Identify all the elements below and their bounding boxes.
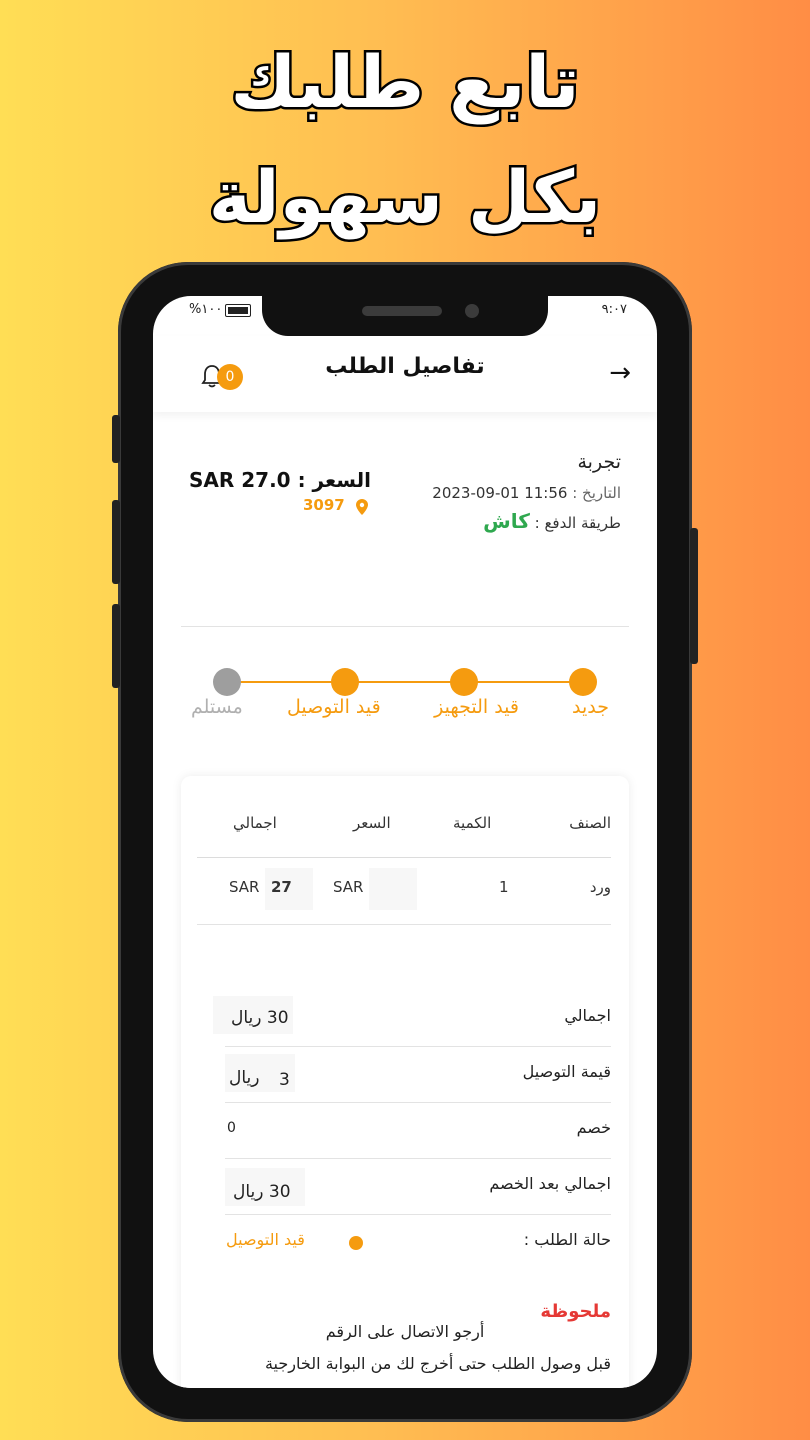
payment-label: طريقة الدفع : <box>534 514 621 532</box>
row-item: ورد <box>589 878 611 896</box>
location-pin-icon <box>356 499 368 515</box>
status-time: ٩:٠٧ <box>601 302 627 317</box>
price-value: SAR 27.0 <box>189 468 291 492</box>
table-header-price: السعر <box>353 814 391 832</box>
summary-divider-4 <box>225 1214 611 1215</box>
order-date-label: التاريخ : <box>572 484 621 502</box>
battery-icon <box>225 304 251 317</box>
table-header-total: اجمالي <box>233 814 277 832</box>
order-date: التاريخ : 2023-09-01 11:56 <box>432 484 621 502</box>
summary-after-discount-value: 30 ريال <box>233 1182 291 1202</box>
header-divider <box>181 626 629 627</box>
location-code: 3097 <box>303 496 345 514</box>
note-line-1: أرجو الاتصال على الرقم <box>325 1322 485 1341</box>
phone-power-button <box>690 528 698 664</box>
table-header-qty: الكمية <box>453 814 492 832</box>
table-header-divider <box>197 857 611 858</box>
app-screen: ٩:٠٧ %١٠٠ تفاصيل الطلب → 0 تجربة التاريخ… <box>153 296 657 1388</box>
summary-delivery-currency: ريال <box>229 1068 260 1088</box>
row-price: SAR <box>333 878 364 896</box>
order-date-value: 2023-09-01 11:56 <box>432 484 568 502</box>
headline-line-1: تابع طلبك <box>228 38 581 127</box>
phone-volume-up <box>112 500 120 584</box>
notification-badge[interactable]: 0 <box>217 364 243 390</box>
note-title: ملحوظة <box>540 1301 611 1322</box>
progress-track <box>225 681 585 683</box>
row-total-value: 27 <box>271 878 292 896</box>
summary-delivery-label: قيمة التوصيل <box>522 1062 611 1081</box>
progress-step-4-dot <box>213 668 241 696</box>
order-status-label: حالة الطلب : <box>523 1230 611 1249</box>
phone-volume-down <box>112 604 120 688</box>
phone-speaker <box>362 306 442 316</box>
note-line-2: قبل وصول الطلب حتى أخرج لك من البوابة ال… <box>264 1354 611 1373</box>
progress-step-2-label: قيد التجهيز <box>434 696 519 718</box>
table-row-divider <box>197 924 611 925</box>
progress-step-3-dot <box>331 668 359 696</box>
summary-divider-3 <box>225 1158 611 1159</box>
order-price: السعر : SAR 27.0 <box>189 468 371 492</box>
phone-mute-switch <box>112 415 120 463</box>
summary-total-label: اجمالي <box>564 1006 611 1025</box>
phone-notch <box>262 296 548 336</box>
back-arrow-icon[interactable]: → <box>609 358 631 388</box>
headline-line-2: بكل سهولة <box>206 153 602 242</box>
payment-method: طريقة الدفع : كاش <box>483 509 621 533</box>
phone-camera <box>465 304 479 318</box>
progress-step-3-label: قيد التوصيل <box>287 696 381 718</box>
summary-divider-2 <box>225 1102 611 1103</box>
summary-discount-label: خصم <box>576 1118 611 1137</box>
row-total-currency: SAR <box>229 878 260 896</box>
progress-step-1-label: جديد <box>572 696 609 718</box>
status-battery-percent: %١٠٠ <box>189 302 223 317</box>
summary-after-discount-label: اجمالي بعد الخصم <box>489 1174 611 1193</box>
progress-step-2-dot <box>450 668 478 696</box>
price-label: السعر : <box>297 468 371 492</box>
table-header-item: الصنف <box>569 814 611 832</box>
summary-divider-1 <box>225 1046 611 1047</box>
summary-delivery-value: 3 <box>279 1070 290 1090</box>
summary-total-value: 30 ريال <box>231 1008 289 1028</box>
summary-discount-value: 0 <box>227 1120 236 1136</box>
progress-step-1-dot <box>569 668 597 696</box>
order-status-dot <box>349 1236 363 1250</box>
order-status-value: قيد التوصيل <box>226 1230 305 1249</box>
price-cell-bg <box>369 868 417 910</box>
row-qty: 1 <box>499 878 509 896</box>
payment-value: كاش <box>483 509 530 533</box>
progress-step-4-label: مستلم <box>191 696 243 718</box>
order-name: تجربة <box>577 451 621 473</box>
